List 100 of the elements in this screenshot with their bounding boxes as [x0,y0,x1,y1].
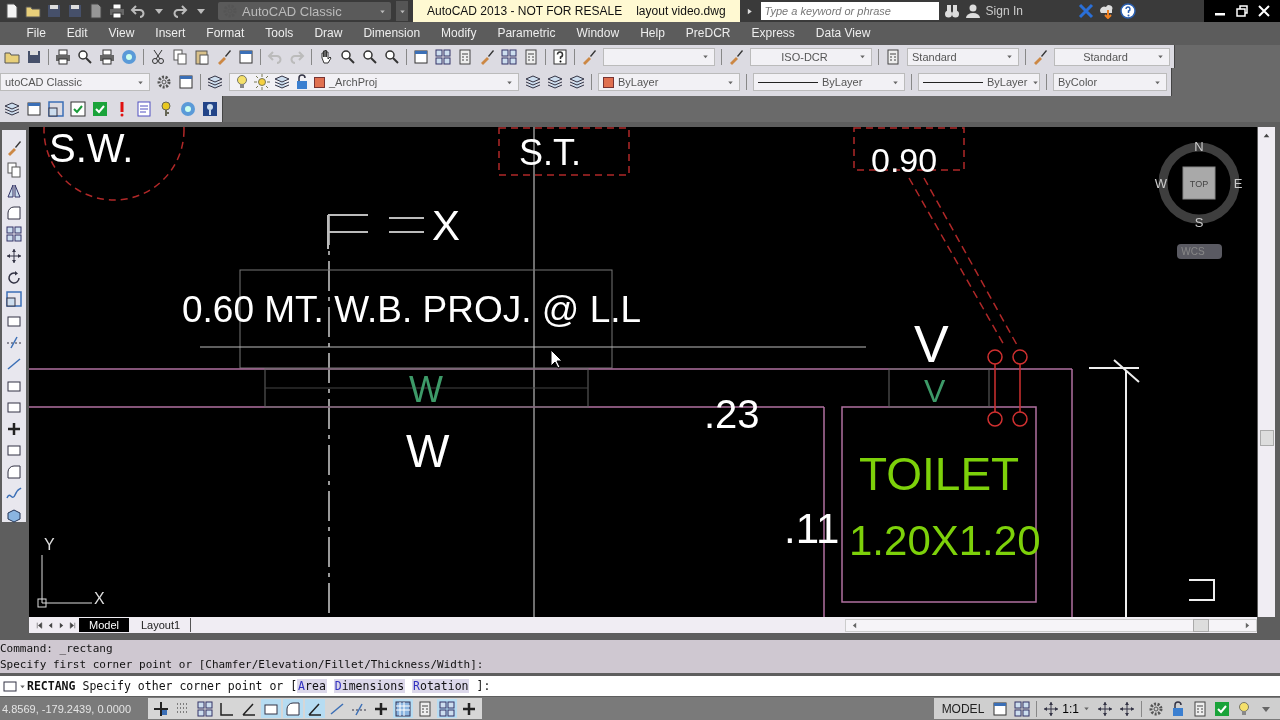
padlock-icon[interactable] [1170,700,1186,717]
scale-icon[interactable] [48,101,64,117]
help-icon[interactable] [1119,3,1136,19]
printer-icon[interactable] [55,48,71,65]
menu-item[interactable]: File [16,22,57,45]
model-space-button[interactable]: MODEL [939,701,987,716]
command-option[interactable]: Area [297,679,327,693]
brush-icon[interactable] [581,48,597,65]
menu-item[interactable]: Tools [254,22,304,45]
menu-item[interactable]: Window [565,22,630,45]
grid-icon[interactable] [1014,700,1031,717]
plot-style-dropdown[interactable]: ByColor [1053,73,1167,91]
scroll-thumb[interactable] [1193,618,1209,632]
layer-dropdown[interactable]: _ArchProj [229,73,519,91]
download-icon[interactable] [1098,3,1115,19]
multileader-style-dropdown[interactable]: Standard [1054,47,1170,66]
folder-icon[interactable] [25,3,41,19]
annotation-scale-button[interactable]: 1:1 [1043,700,1091,717]
calculator-icon[interactable] [1192,700,1208,717]
layers-icon[interactable] [207,74,223,90]
caret-icon[interactable] [1156,52,1165,61]
grid-icon[interactable] [6,226,22,243]
color-dropdown[interactable]: ByLayer [598,73,740,91]
brush-icon[interactable] [1032,48,1048,65]
compass-label[interactable]: E [1233,176,1243,191]
page-icon[interactable] [4,3,20,19]
rectangle-icon[interactable] [6,442,22,459]
search-icon[interactable] [362,48,378,65]
caret-icon[interactable] [1005,52,1014,61]
menu-item[interactable]: Modify [430,22,487,45]
sign-in-link[interactable]: Sign In [985,4,1023,18]
list-icon[interactable] [136,101,152,117]
menu-item[interactable]: Express [741,22,806,45]
calculator-icon[interactable] [457,48,473,65]
window-icon[interactable] [413,48,429,65]
viewcube-face[interactable]: TOP [1182,166,1216,200]
printer-icon[interactable] [99,48,115,65]
search-icon[interactable] [384,48,400,65]
layers-icon[interactable] [4,101,20,117]
clipboard-icon[interactable] [194,48,210,65]
brush-icon[interactable] [728,48,744,65]
line-icon[interactable] [6,334,22,351]
menu-item[interactable]: View [98,22,145,45]
window-icon[interactable] [26,101,42,117]
globe-icon[interactable] [121,48,137,65]
close-icon[interactable] [1256,3,1272,19]
move-icon[interactable] [6,247,22,264]
settings-icon[interactable] [156,74,172,90]
bulb-icon[interactable] [1236,700,1252,717]
scissors-icon[interactable] [150,48,166,65]
dimension-style-dropdown[interactable]: ISO-DCR [750,47,872,66]
menu-item[interactable]: Help [629,22,676,45]
padlock-icon[interactable] [294,74,310,90]
question-icon[interactable] [552,48,568,65]
globe-icon[interactable] [180,101,196,117]
line-icon[interactable] [6,355,22,372]
rectangle-icon[interactable] [2,678,18,694]
menu-item[interactable]: Dimension [352,22,431,45]
caret-icon[interactable] [701,52,710,61]
compass-label[interactable]: N [1194,139,1204,154]
last-arrow-icon[interactable] [68,620,77,630]
layers-icon[interactable] [569,74,585,90]
left-arrow-icon[interactable] [850,620,859,630]
right-arrow-icon[interactable] [1243,620,1252,630]
check-icon[interactable] [1214,700,1230,717]
up-arrow-icon[interactable] [1262,131,1271,140]
search-icon[interactable] [340,48,356,65]
window-icon[interactable] [178,74,194,90]
search-field[interactable]: Type a keyword or phrase [760,2,939,20]
layers-icon[interactable] [547,74,563,90]
menu-item[interactable]: Edit [56,22,99,45]
grid-icon[interactable] [501,48,517,65]
checkbox-icon[interactable] [70,101,86,117]
menu-item[interactable]: Data View [805,22,881,45]
copy-icon[interactable] [6,161,22,178]
scale-icon[interactable] [6,291,22,308]
command-option[interactable]: Rotation [412,679,470,693]
search-icon[interactable] [77,48,93,65]
arc-icon[interactable] [6,204,22,221]
linetype-dropdown[interactable]: ByLayer [753,73,905,91]
binoculars-icon[interactable] [943,3,960,19]
first-arrow-icon[interactable] [35,620,44,630]
horizontal-scrollbar[interactable] [845,618,1257,632]
window-icon[interactable] [238,48,254,65]
check-icon[interactable] [92,101,108,117]
compass-label[interactable]: W [1154,176,1168,191]
scroll-thumb[interactable] [1259,430,1274,446]
settings-icon[interactable] [1148,700,1164,717]
layers-icon[interactable] [274,74,290,90]
window-icon[interactable] [992,700,1009,717]
caret-icon[interactable] [1082,704,1091,713]
left-arrow-icon[interactable] [46,620,55,630]
compass-label[interactable]: S [1194,215,1204,230]
printer-icon[interactable] [109,3,125,19]
restore-icon[interactable] [1234,3,1250,19]
calculator-icon[interactable] [523,48,539,65]
redo-arrow-icon[interactable] [172,3,188,19]
brush-icon[interactable] [216,48,232,65]
brush-icon[interactable] [479,48,495,65]
caret-icon[interactable] [858,52,867,61]
